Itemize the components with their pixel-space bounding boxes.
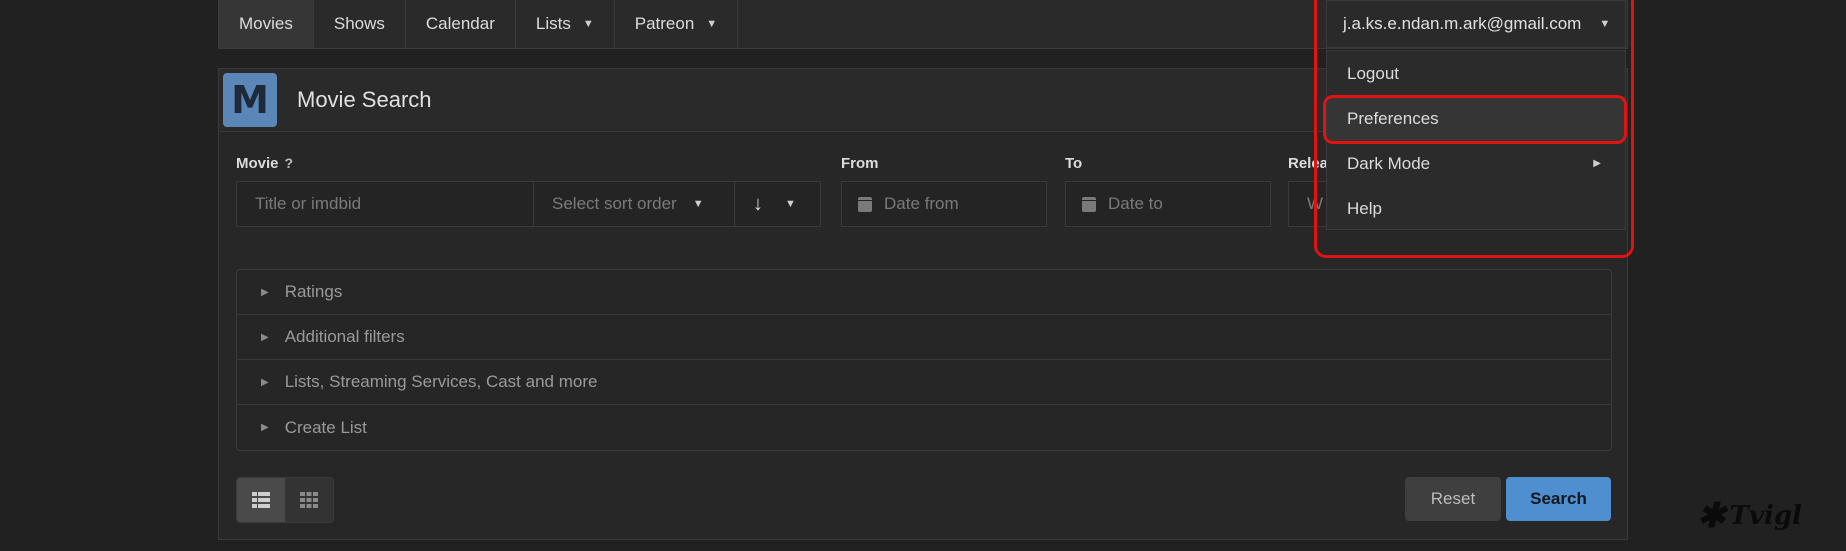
accordion-ratings-label: Ratings <box>284 282 343 301</box>
watermark: ✱ Tvigl <box>1697 496 1802 536</box>
list-view-button[interactable] <box>237 478 285 522</box>
title-input[interactable]: Title or imdbid <box>236 181 534 227</box>
accordion-lists-streaming-label: Lists, Streaming Services, Cast and more <box>284 372 598 391</box>
chevron-down-icon: ▼ <box>706 18 718 30</box>
watermark-text: Tvigl <box>1729 501 1802 531</box>
search-button[interactable]: Search <box>1506 477 1611 521</box>
list-view-icon <box>252 492 270 508</box>
title-input-placeholder: Title or imdbid <box>255 194 362 213</box>
filters-accordion: ▶ Ratings ▶ Additional filters ▶ Lists, Str… <box>236 269 1612 451</box>
caret-right-icon: ▶ <box>261 376 269 388</box>
page-title: Movie Search <box>297 87 432 112</box>
date-to-input[interactable]: Date to <box>1065 181 1271 227</box>
nav-shows-label: Shows <box>333 14 385 33</box>
watermark-logo-icon: ✱ <box>1697 496 1726 536</box>
sort-direction-select[interactable]: ↓ ▼ <box>734 181 821 227</box>
caret-right-icon: ▶ <box>261 422 269 433</box>
calendar-icon <box>858 196 872 212</box>
nav-patreon[interactable]: Patreon ▼ <box>615 0 739 48</box>
accordion-additional-filters[interactable]: ▶ Additional filters <box>237 315 1611 360</box>
accordion-additional-filters-label: Additional filters <box>284 327 405 346</box>
movie-label: Movie? <box>236 155 293 172</box>
accordion-lists-streaming[interactable]: ▶ Lists, Streaming Services, Cast and mor… <box>237 360 1611 405</box>
logo-letter: M <box>231 78 269 122</box>
nav-shows[interactable]: Shows <box>314 0 406 48</box>
nav-movies-label: Movies <box>239 14 293 33</box>
arrow-down-icon: ↓ <box>753 192 763 215</box>
from-label: From <box>841 155 879 172</box>
sort-order-select[interactable]: Select sort order ▼ <box>533 181 735 227</box>
chevron-down-icon: ▼ <box>785 198 796 210</box>
preferences-highlight-box <box>1323 95 1627 144</box>
nav-lists[interactable]: Lists ▼ <box>516 0 615 48</box>
nav-movies[interactable]: Movies <box>219 0 314 48</box>
nav-calendar-label: Calendar <box>425 14 495 33</box>
movie-label-text: Movie <box>236 155 279 172</box>
caret-right-icon: ▶ <box>261 286 269 298</box>
grid-view-icon <box>300 492 318 508</box>
sort-order-placeholder: Select sort order <box>552 194 677 213</box>
nav-patreon-label: Patreon <box>634 14 695 33</box>
date-from-placeholder: Date from <box>884 194 959 213</box>
reset-button[interactable]: Reset <box>1405 477 1501 521</box>
accordion-create-list[interactable]: ▶ Create List <box>237 405 1611 450</box>
grid-view-button[interactable] <box>285 478 333 522</box>
to-label: To <box>1065 155 1083 172</box>
view-toggle <box>236 477 334 523</box>
chevron-down-icon: ▼ <box>692 198 704 210</box>
calendar-icon <box>1082 196 1096 212</box>
accordion-create-list-label: Create List <box>284 417 367 437</box>
date-to-placeholder: Date to <box>1108 194 1163 213</box>
nav-calendar[interactable]: Calendar <box>406 0 516 48</box>
accordion-ratings[interactable]: ▶ Ratings <box>237 270 1611 315</box>
date-from-input[interactable]: Date from <box>841 181 1047 227</box>
app-logo: M <box>223 73 277 127</box>
help-icon[interactable]: ? <box>285 155 294 171</box>
chevron-down-icon: ▼ <box>582 18 594 30</box>
nav-lists-label: Lists <box>535 14 571 33</box>
caret-right-icon: ▶ <box>261 331 269 343</box>
